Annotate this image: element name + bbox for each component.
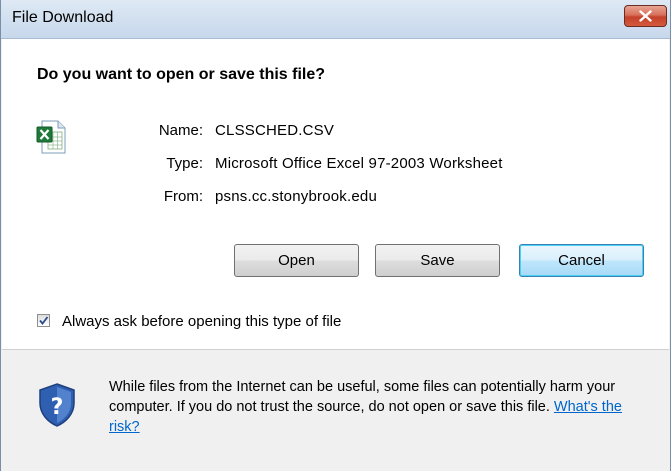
file-source-value: psns.cc.stonybrook.edu: [215, 188, 377, 205]
close-button[interactable]: [624, 5, 667, 27]
file-download-dialog: File Download Do you want to open or sav…: [0, 0, 671, 471]
file-type-value: Microsoft Office Excel 97-2003 Worksheet: [215, 155, 503, 172]
svg-text:?: ?: [51, 395, 64, 420]
main-panel: Do you want to open or save this file? N…: [2, 39, 669, 349]
checkmark-icon: [39, 316, 49, 325]
type-label: Type:: [166, 155, 203, 172]
name-label: Name:: [158, 122, 203, 139]
security-footer: ? While files from the Internet can be u…: [2, 350, 669, 471]
cancel-button[interactable]: Cancel: [519, 244, 644, 277]
security-warning: While files from the Internet can be use…: [109, 377, 654, 437]
file-name-value: CLSSCHED.CSV: [215, 122, 335, 139]
dialog-heading: Do you want to open or save this file?: [37, 66, 326, 83]
warning-text: While files from the Internet can be use…: [109, 379, 616, 415]
close-icon: [639, 10, 652, 22]
file-source-row: From: psns.cc.stonybrook.edu: [2, 188, 669, 208]
security-shield-icon: ?: [38, 383, 76, 427]
open-button[interactable]: Open: [234, 244, 359, 277]
save-button[interactable]: Save: [375, 244, 500, 277]
file-name-row: Name: CLSSCHED.CSV: [2, 122, 669, 142]
window-title: File Download: [12, 9, 114, 26]
always-ask-checkbox[interactable]: [37, 314, 50, 327]
title-bar[interactable]: File Download: [1, 0, 670, 39]
from-label: From:: [163, 188, 203, 205]
always-ask-label[interactable]: Always ask before opening this type of f…: [62, 313, 341, 330]
file-type-row: Type: Microsoft Office Excel 97-2003 Wor…: [2, 155, 669, 175]
